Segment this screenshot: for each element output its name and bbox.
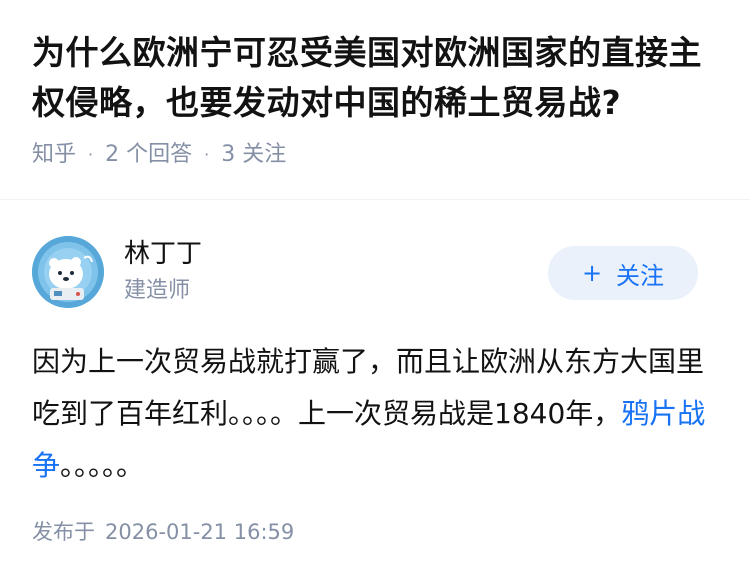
question-meta: 知乎 · 2 个回答 · 3 关注 <box>32 140 722 170</box>
answer-text-tail: 。。。。。 <box>60 449 145 482</box>
meta-separator: · <box>204 145 210 164</box>
author-name[interactable]: 林丁丁 <box>124 236 202 272</box>
meta-separator: · <box>88 145 94 164</box>
section-divider <box>0 199 750 200</box>
publish-info: 发布于 2026-01-21 16:59 <box>32 517 294 547</box>
answer-content: 因为上一次贸易战就打赢了，而且让欧洲从东方大国里吃到了百年红利。。。。上一次贸易… <box>32 336 718 492</box>
author-row: 林丁丁 建造师 + 关注 <box>32 236 698 308</box>
answer-text: 因为上一次贸易战就打赢了，而且让欧洲从东方大国里吃到了百年红利。。。。上一次贸易… <box>32 345 705 430</box>
publish-label: 发布于 <box>32 520 95 544</box>
question-title[interactable]: 为什么欧洲宁可忍受美国对欧洲国家的直接主权侵略，也要发动对中国的稀土贸易战? <box>32 28 722 128</box>
follow-label: 关注 <box>616 261 665 290</box>
publish-date: 2026-01-21 16:59 <box>105 520 295 544</box>
answers-count[interactable]: 2 个回答 <box>105 140 192 170</box>
question-header: 为什么欧洲宁可忍受美国对欧洲国家的直接主权侵略，也要发动对中国的稀土贸易战? 知… <box>32 28 722 170</box>
plus-icon: + <box>581 259 603 287</box>
follow-button[interactable]: + 关注 <box>548 246 698 300</box>
polar-bear-avatar-icon[interactable] <box>32 236 104 308</box>
author-title: 建造师 <box>124 278 191 303</box>
source-label[interactable]: 知乎 <box>32 140 76 170</box>
followers-count[interactable]: 3 关注 <box>221 140 286 170</box>
